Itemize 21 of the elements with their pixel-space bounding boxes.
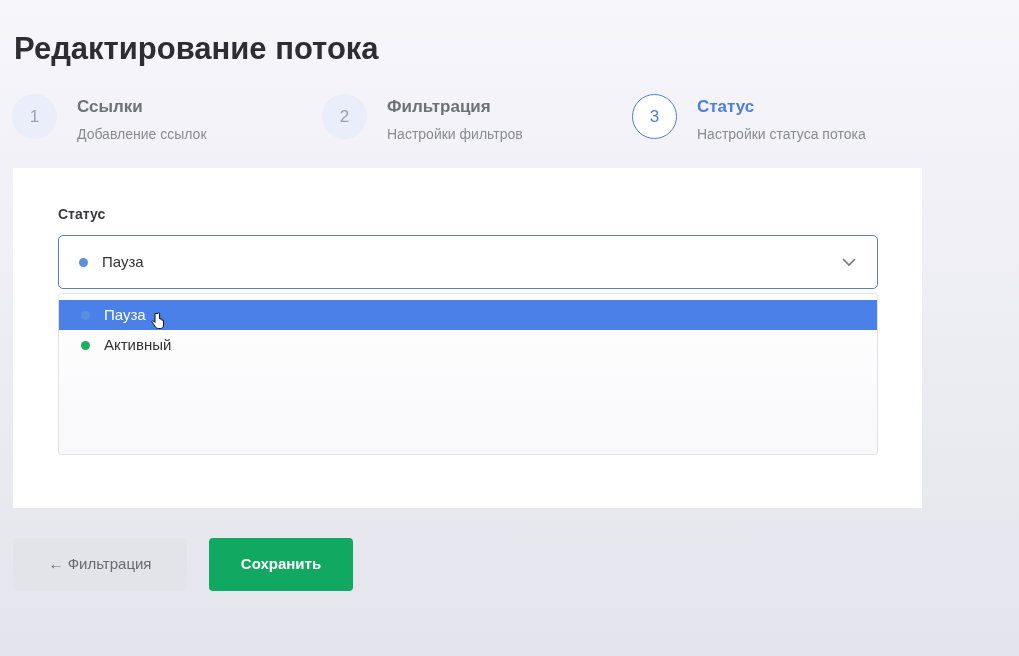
- step-number[interactable]: 3: [632, 94, 677, 139]
- back-button[interactable]: ← Фильтрация: [13, 538, 187, 591]
- option-label: Пауза: [104, 304, 146, 325]
- step-number[interactable]: 1: [12, 94, 57, 139]
- dropdown-option[interactable]: Пауза: [59, 300, 877, 330]
- select-value: Пауза: [102, 251, 145, 272]
- dropdown-option[interactable]: Активный: [59, 330, 877, 360]
- save-button[interactable]: Сохранить: [209, 538, 353, 591]
- step-subtitle: Настройки фильтров: [387, 124, 523, 144]
- step-number[interactable]: 2: [322, 94, 367, 139]
- step-subtitle: Настройки статуса потока: [697, 124, 866, 144]
- step-title: Ссылки: [77, 96, 144, 118]
- hand-cursor-icon: [151, 312, 165, 330]
- step-subtitle: Добавление ссылок: [77, 124, 207, 144]
- step-title: Статус: [697, 96, 756, 118]
- step-title: Фильтрация: [387, 96, 492, 118]
- option-label: Активный: [104, 334, 172, 355]
- page-title: Редактирование потока: [14, 30, 379, 68]
- field-label: Статус: [58, 205, 107, 224]
- chevron-icon: [841, 257, 857, 267]
- status-select[interactable]: Пауза: [58, 235, 878, 289]
